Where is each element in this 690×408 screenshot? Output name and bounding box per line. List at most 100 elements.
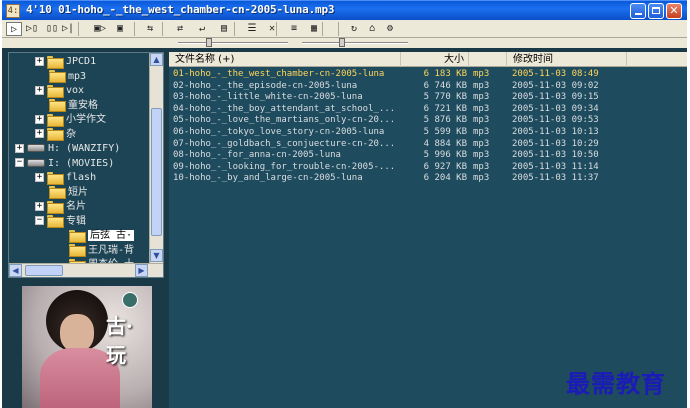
tree-item-label: vox (66, 85, 85, 96)
player-window: 4: 4'10 01-hoho_-_the_west_chamber-cn-20… (2, 0, 687, 408)
loop-icon[interactable]: ↵ (194, 22, 210, 36)
file-date: 2005-11-03 10:50 (512, 150, 599, 161)
file-row[interactable]: 10-hoho_-_by_and_large-cn-2005-luna 6 204… (169, 173, 687, 185)
list-icon[interactable]: ☰ (244, 22, 260, 36)
expand-icon[interactable]: + (35, 129, 44, 138)
scroll-left-icon[interactable]: ◀ (9, 264, 22, 277)
file-name: 06-hoho_-_tokyo_love_story-cn-2005-luna (173, 126, 385, 137)
file-type: mp3 (473, 173, 490, 184)
expand-icon[interactable]: + (35, 85, 44, 95)
tree-horizontal-scrollbar[interactable]: ◀ ▶ (9, 263, 163, 277)
folder-icon[interactable]: ▣ (112, 22, 128, 36)
play-icon[interactable]: ▷ (6, 22, 22, 36)
expand-icon[interactable]: + (35, 56, 44, 66)
tree-folder[interactable]: − 专辑 (35, 214, 86, 229)
file-date: 2005-11-03 09:53 (512, 115, 599, 126)
scroll-thumb[interactable] (151, 108, 162, 236)
column-header-size[interactable]: 大小 (401, 52, 469, 67)
tree-folder[interactable]: 短片 (49, 185, 88, 200)
file-date: 2005-11-03 09:34 (512, 103, 599, 114)
close-button[interactable]: ✕ (666, 3, 682, 19)
file-name: 02-hoho_-_the_episode-cn-2005-luna (173, 80, 358, 91)
delete-icon[interactable]: ✕ (264, 22, 280, 36)
tree-folder[interactable]: + JPCD1 (35, 54, 96, 69)
scroll-right-icon[interactable]: ▶ (135, 264, 148, 277)
playlist-icon[interactable]: ▤ (216, 22, 232, 36)
file-size: 4 884 KB (423, 138, 467, 149)
file-row[interactable]: 02-hoho_-_the_episode-cn-2005-luna 6 746 … (169, 81, 687, 93)
file-name: 01-hoho_-_the_west_chamber-cn-2005-luna (173, 69, 385, 79)
maximize-icon (652, 7, 660, 14)
folder-icon (49, 99, 66, 112)
toolbar-separator (234, 22, 235, 36)
tree-folder[interactable]: 后弦 古· (69, 228, 135, 243)
expand-icon[interactable]: + (35, 201, 44, 211)
file-name: 03-hoho_-_little_white-cn-2005-luna (173, 92, 363, 103)
tree-item-label: 专辑 (66, 215, 86, 227)
repeat-icon[interactable]: ⇄ (172, 22, 188, 36)
file-date: 2005-11-03 08:49 (512, 69, 599, 79)
shuffle-icon[interactable]: ⇆ (142, 22, 158, 36)
file-size: 5 996 KB (423, 150, 467, 161)
volume-slider-thumb[interactable] (339, 38, 345, 47)
column-header-date[interactable]: 修改时间 (507, 52, 627, 67)
tree-item-label: 小学作文 (66, 114, 106, 125)
properties-icon[interactable]: ▦ (306, 22, 322, 36)
folder-icon (49, 70, 66, 83)
scroll-up-icon[interactable]: ▲ (150, 53, 163, 66)
column-header-name[interactable]: 文件名称 (+) (169, 52, 401, 67)
folder-tree[interactable]: + JPCD1 mp3 + vox 童安格 + 小学作文 + 杂 + H: (WANZIFY) − I: … (9, 53, 149, 263)
collapse-icon[interactable]: − (35, 216, 44, 225)
tree-folder[interactable]: 王凡瑞-背 (69, 243, 134, 258)
volume-slider[interactable] (302, 38, 408, 47)
file-row[interactable]: 09-hoho_-_looking_for_trouble-cn-2005-..… (169, 162, 687, 174)
home-icon[interactable]: ⌂ (364, 22, 380, 36)
scroll-hthumb[interactable] (25, 265, 63, 276)
maximize-button[interactable] (648, 3, 664, 19)
position-slider[interactable] (178, 38, 288, 47)
tree-drive[interactable]: − I: (MOVIES) (15, 156, 114, 171)
expand-icon[interactable]: + (35, 172, 44, 182)
tree-folder[interactable]: + 杂 (35, 127, 76, 142)
refresh-icon[interactable]: ↻ (346, 22, 362, 36)
file-date: 2005-11-03 10:29 (512, 138, 599, 149)
tree-folder[interactable]: + vox (35, 83, 84, 98)
next-icon[interactable]: ▷| (60, 22, 76, 36)
folder-open-icon[interactable]: ▣▷ (92, 22, 108, 36)
tree-folder[interactable]: + flash (35, 170, 96, 185)
expand-icon[interactable]: + (15, 143, 24, 153)
expand-icon[interactable]: + (35, 114, 44, 124)
folder-icon (47, 113, 64, 127)
collapse-icon[interactable]: − (15, 158, 24, 167)
file-row[interactable]: 05-hoho_-_love_the_martians_only-cn-20..… (169, 115, 687, 127)
file-row[interactable]: 08-hoho_-_for_anna-cn-2005-luna 5 996 KB m… (169, 150, 687, 162)
title-bar[interactable]: 4: 4'10 01-hoho_-_the_west_chamber-cn-20… (2, 0, 687, 20)
app-icon[interactable]: 4: (6, 4, 20, 18)
file-row[interactable]: 07-hoho_-_goldbach_s_conjuecture-cn-20..… (169, 139, 687, 151)
tree-item-label: mp3 (68, 70, 87, 82)
file-row[interactable]: 06-hoho_-_tokyo_love_story-cn-2005-luna 5… (169, 127, 687, 139)
position-slider-thumb[interactable] (206, 38, 212, 47)
tree-drive[interactable]: + H: (WANZIFY) (15, 141, 120, 156)
scroll-down-icon[interactable]: ▼ (150, 249, 163, 262)
tree-folder[interactable]: + 小学作文 (35, 112, 106, 127)
file-type: mp3 (473, 80, 490, 91)
file-size: 6 183 KB (423, 69, 467, 79)
file-name: 05-hoho_-_love_the_martians_only-cn-20..… (173, 115, 395, 126)
file-row[interactable]: 04-hoho_-_the_boy_attendant_at_school_..… (169, 104, 687, 116)
tree-folder[interactable]: mp3 (49, 69, 86, 84)
file-row[interactable]: 03-hoho_-_little_white-cn-2005-luna 5 770… (169, 92, 687, 104)
tree-folder[interactable]: + 名片 (35, 199, 86, 214)
tree-folder[interactable]: 童安格 (49, 98, 98, 113)
pause-icon[interactable]: ▯▯ (44, 22, 60, 36)
tree-vertical-scrollbar[interactable]: ▲ ▼ (149, 53, 163, 263)
details-icon[interactable]: ≡ (286, 22, 302, 36)
file-type: mp3 (473, 69, 490, 79)
file-date: 2005-11-03 09:15 (512, 92, 599, 103)
list-header: 文件名称 (+) 大小 修改时间 (169, 52, 687, 67)
file-row[interactable]: 01-hoho_-_the_west_chamber-cn-2005-luna 6… (169, 69, 687, 81)
play-pause-icon[interactable]: ▷▯ (24, 22, 40, 36)
settings-icon[interactable]: ⚙ (382, 22, 398, 36)
minimize-button[interactable] (630, 3, 646, 19)
column-header-type[interactable] (469, 52, 507, 67)
